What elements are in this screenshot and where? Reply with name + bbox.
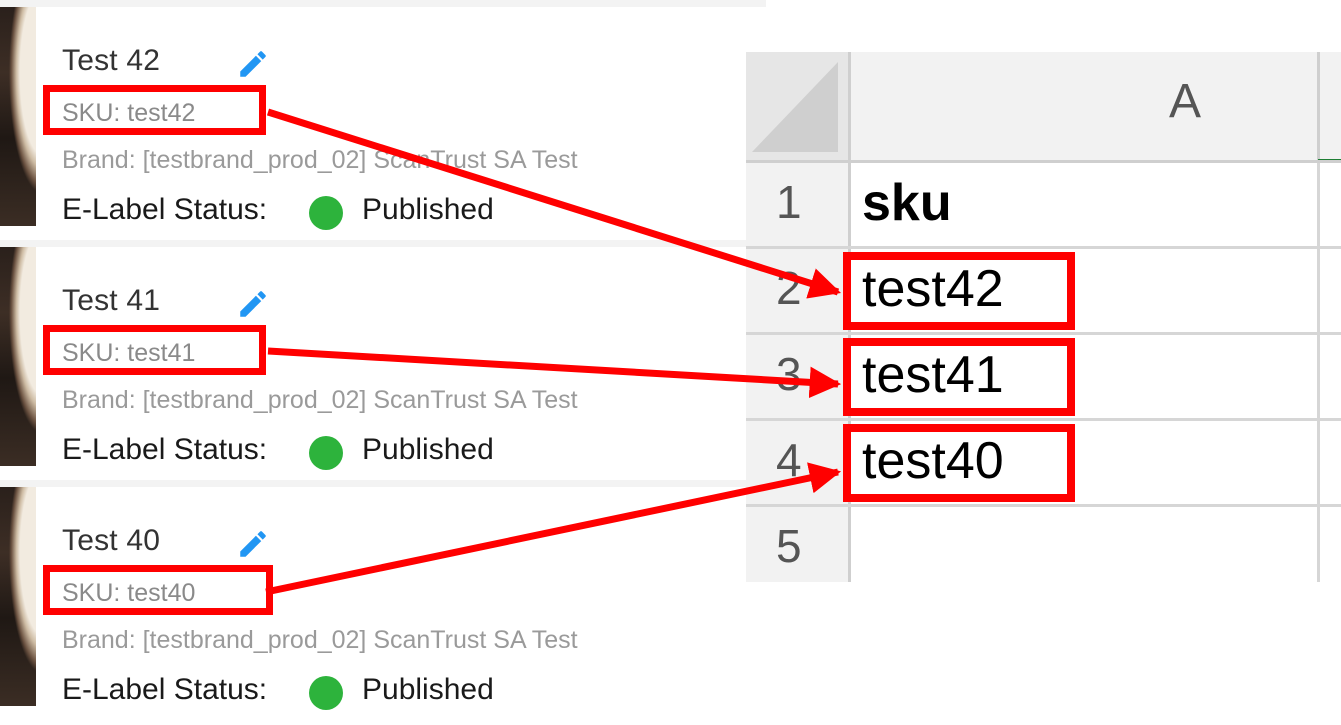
gridline — [1317, 507, 1320, 582]
product-brand: Brand: [testbrand_prod_02] ScanTrust SA … — [62, 146, 578, 174]
product-card[interactable]: Test 41 SKU: test41 Brand: [testbrand_pr… — [0, 240, 766, 470]
column-header-a[interactable]: A — [848, 52, 1341, 160]
status-dot-icon — [309, 436, 343, 470]
gridline — [1317, 249, 1320, 335]
cell-highlight-box — [843, 338, 1075, 416]
row-header[interactable]: 4 — [746, 421, 848, 507]
product-thumbnail[interactable] — [0, 7, 36, 226]
spreadsheet: A 1 sku 2 test42 3 test41 4 test40 5 — [746, 52, 1341, 582]
product-card[interactable]: Test 42 SKU: test42 Brand: [testbrand_pr… — [0, 0, 766, 230]
select-all-corner[interactable] — [746, 52, 848, 160]
e-label-status-label: E-Label Status: — [62, 673, 268, 706]
product-thumbnail[interactable] — [0, 487, 36, 706]
cell-highlight-box — [843, 252, 1075, 330]
sheet-row[interactable]: 3 test41 — [746, 335, 1341, 421]
e-label-status-label: E-Label Status: — [62, 433, 268, 466]
row-number: 1 — [776, 176, 802, 228]
product-sku: SKU: test42 — [62, 99, 196, 127]
pencil-icon[interactable] — [236, 287, 270, 321]
product-brand: Brand: [testbrand_prod_02] ScanTrust SA … — [62, 386, 578, 414]
cell-a1[interactable]: sku — [862, 173, 952, 233]
card-divider — [0, 480, 766, 487]
gridline — [1317, 335, 1320, 421]
product-brand: Brand: [testbrand_prod_02] ScanTrust SA … — [62, 626, 578, 654]
sheet-row[interactable]: 4 test40 — [746, 421, 1341, 507]
row-number: 2 — [776, 262, 802, 314]
row-number: 5 — [776, 520, 802, 572]
card-divider — [0, 240, 766, 247]
row-header[interactable]: 1 — [746, 163, 848, 249]
sheet-row[interactable]: 5 — [746, 507, 1341, 582]
product-title: Test 41 — [62, 284, 161, 317]
e-label-status-value: Published — [362, 433, 494, 466]
e-label-status-label: E-Label Status: — [62, 193, 268, 226]
column-divider — [1317, 52, 1320, 160]
status-dot-icon — [309, 196, 343, 230]
status-dot-icon — [309, 676, 343, 710]
product-title: Test 42 — [62, 44, 161, 77]
cell-highlight-box — [843, 424, 1075, 502]
sheet-row[interactable]: 1 sku — [746, 163, 1341, 249]
row-header[interactable]: 2 — [746, 249, 848, 335]
sheet-row[interactable]: 2 test42 — [746, 249, 1341, 335]
e-label-status-value: Published — [362, 673, 494, 706]
product-title: Test 40 — [62, 524, 161, 557]
pencil-icon[interactable] — [236, 527, 270, 561]
product-sku: SKU: test40 — [62, 579, 196, 607]
row-header[interactable]: 3 — [746, 335, 848, 421]
row-number: 4 — [776, 434, 802, 486]
gridline — [848, 507, 851, 582]
screenshot-stage: Test 42 SKU: test42 Brand: [testbrand_pr… — [0, 0, 1341, 725]
pencil-icon[interactable] — [236, 47, 270, 81]
row-number: 3 — [776, 348, 802, 400]
gridline — [1317, 163, 1320, 249]
e-label-status-value: Published — [362, 193, 494, 226]
gridline — [848, 163, 851, 249]
card-divider — [0, 0, 766, 7]
column-letter: A — [1169, 75, 1202, 128]
product-sku: SKU: test41 — [62, 339, 196, 367]
product-card[interactable]: Test 40 SKU: test40 Brand: [testbrand_pr… — [0, 480, 766, 710]
product-thumbnail[interactable] — [0, 247, 36, 466]
gridline — [1317, 421, 1320, 507]
row-header[interactable]: 5 — [746, 507, 848, 582]
